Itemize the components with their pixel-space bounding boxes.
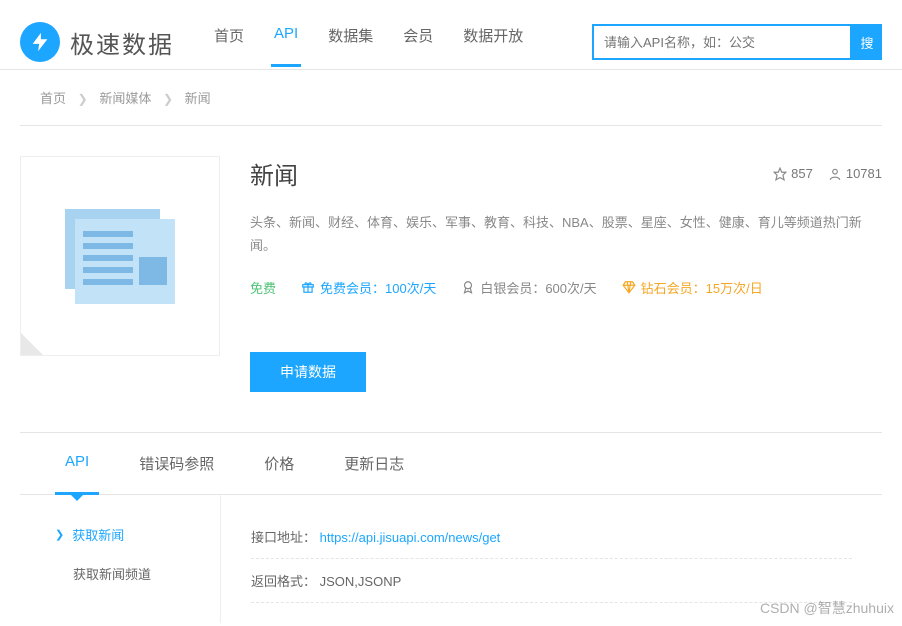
tier-bronze: 免费会员：100次/天	[301, 278, 436, 297]
detail-tabs: API 错误码参照 价格 更新日志	[20, 433, 882, 495]
breadcrumb-category[interactable]: 新闻媒体	[99, 91, 151, 106]
diamond-icon	[622, 280, 636, 294]
user-icon	[828, 167, 842, 181]
apply-button[interactable]: 申请数据	[250, 352, 366, 392]
detail-panel: 新闻 857 10781 头条、新闻、财经、体育、娱乐、军事、教育、科技、NBA…	[0, 126, 902, 422]
description: 头条、新闻、财经、体育、娱乐、军事、教育、科技、NBA、股票、星座、女性、健康、…	[250, 211, 882, 258]
nav-api[interactable]: API	[274, 25, 298, 67]
detail-content: 新闻 857 10781 头条、新闻、财经、体育、娱乐、军事、教育、科技、NBA…	[250, 156, 882, 392]
breadcrumb: 首页 ❯ 新闻媒体 ❯ 新闻	[20, 70, 882, 126]
main-nav: 首页 API 数据集 会员 数据开放	[214, 15, 523, 69]
api-sidebar: ❯ 获取新闻 获取新闻频道	[20, 495, 220, 623]
pricing-tiers: 免费 免费会员：100次/天 白银会员：600次/天 钻石会员：15万次/日	[250, 278, 882, 297]
format-label: 返回格式：	[251, 574, 316, 589]
api-body: ❯ 获取新闻 获取新闻频道 接口地址： https://api.jisuapi.…	[20, 495, 882, 623]
page-title: 新闻	[250, 156, 298, 191]
nav-home[interactable]: 首页	[214, 25, 244, 71]
nav-dataset[interactable]: 数据集	[328, 25, 373, 71]
sidebar-item-label: 获取新闻频道	[73, 564, 151, 583]
chevron-right-icon: ❯	[55, 528, 64, 541]
api-thumbnail	[20, 156, 220, 356]
star-icon	[773, 167, 787, 181]
endpoint-label: 接口地址：	[251, 530, 316, 545]
logo-text: 极速数据	[70, 25, 174, 60]
sidebar-item-label: 获取新闻	[72, 525, 124, 544]
search-input[interactable]	[592, 24, 852, 60]
format-value: JSON,JSONP	[320, 574, 402, 589]
search-box: 搜	[592, 24, 882, 60]
chevron-right-icon: ❯	[163, 92, 173, 106]
endpoint-link[interactable]: https://api.jisuapi.com/news/get	[320, 530, 501, 545]
sidebar-item-get-channels[interactable]: 获取新闻频道	[40, 554, 220, 593]
watermark: CSDN @智慧zhuhuix	[760, 598, 894, 618]
chevron-right-icon: ❯	[78, 92, 88, 106]
medal-icon	[461, 280, 475, 294]
endpoint-row: 接口地址： https://api.jisuapi.com/news/get	[251, 515, 852, 559]
format-row: 返回格式： JSON,JSONP	[251, 559, 852, 603]
tier-free: 免费	[250, 278, 276, 297]
stat-stars: 857	[773, 166, 813, 181]
breadcrumb-home[interactable]: 首页	[40, 91, 66, 106]
stat-users: 10781	[828, 166, 882, 181]
tier-gold: 钻石会员：15万次/日	[622, 278, 763, 297]
stats: 857 10781	[773, 166, 882, 181]
tier-silver: 白银会员：600次/天	[461, 278, 596, 297]
tab-pricing[interactable]: 价格	[239, 433, 319, 494]
logo-icon	[20, 22, 60, 62]
news-icon	[65, 209, 175, 304]
detail-section: API 错误码参照 价格 更新日志 ❯ 获取新闻 获取新闻频道 接口地址： ht…	[20, 432, 882, 623]
header: 极速数据 首页 API 数据集 会员 数据开放 搜	[0, 0, 902, 70]
nav-open-data[interactable]: 数据开放	[463, 25, 523, 71]
tab-errors[interactable]: 错误码参照	[114, 433, 239, 494]
gift-icon	[301, 280, 315, 294]
tab-changelog[interactable]: 更新日志	[319, 433, 429, 494]
breadcrumb-current: 新闻	[185, 91, 211, 106]
logo[interactable]: 极速数据	[20, 22, 174, 62]
star-corner-icon	[21, 333, 43, 355]
nav-member[interactable]: 会员	[403, 25, 433, 71]
search-button[interactable]: 搜	[852, 24, 882, 60]
sidebar-item-get-news[interactable]: ❯ 获取新闻	[40, 515, 220, 554]
tab-api[interactable]: API	[40, 433, 114, 494]
